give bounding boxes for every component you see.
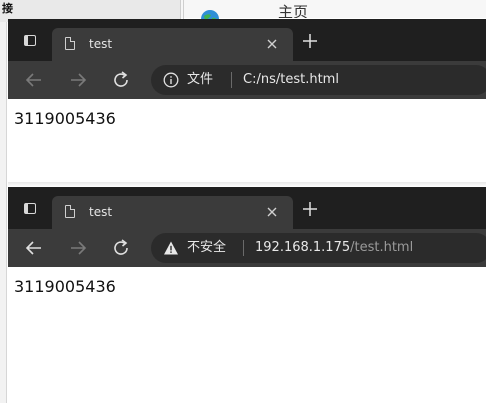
browser-window-2: test 不安全 192.168.1.175/test.html 3119005… [8, 187, 486, 399]
tab-bar: test [8, 187, 486, 229]
forward-arrow-icon[interactable] [66, 68, 90, 92]
url-path: /test.html [350, 240, 414, 255]
warning-icon[interactable] [163, 240, 179, 256]
tab-title: test [89, 37, 113, 51]
back-arrow-icon[interactable] [22, 236, 46, 260]
browser-tab[interactable]: test [52, 196, 293, 229]
toolbar: 文件 C:/ns/test.html [8, 61, 486, 99]
back-arrow-icon[interactable] [22, 68, 46, 92]
page-text: 3119005436 [14, 109, 116, 128]
new-tab-plus-icon[interactable] [301, 32, 319, 50]
page-content: 3119005436 [8, 99, 486, 185]
background-left-edge [0, 22, 7, 403]
screenshot-root: 接 主页 test 文件 C:/ns/test.html 3119005436 … [0, 0, 486, 403]
page-text: 3119005436 [14, 277, 116, 296]
url-text[interactable]: 192.168.1.175/test.html [255, 240, 413, 256]
tab-bar: test [8, 19, 486, 61]
security-label[interactable]: 文件 [187, 72, 213, 88]
page-icon [65, 37, 75, 50]
info-icon[interactable] [163, 72, 179, 88]
page-content: 3119005436 [8, 267, 486, 399]
background-divider [183, 0, 184, 20]
toolbar: 不安全 192.168.1.175/test.html [8, 229, 486, 267]
url-text[interactable]: C:/ns/test.html [243, 72, 339, 88]
forward-arrow-icon[interactable] [66, 236, 90, 260]
close-icon[interactable] [261, 201, 283, 223]
close-icon[interactable] [261, 33, 283, 55]
tab-actions-icon[interactable] [24, 203, 36, 214]
url-main: 192.168.1.175 [255, 240, 351, 255]
new-tab-plus-icon[interactable] [301, 200, 319, 218]
tab-actions-icon[interactable] [24, 35, 36, 46]
security-label[interactable]: 不安全 [187, 240, 226, 256]
address-bar[interactable]: 文件 C:/ns/test.html [151, 65, 486, 95]
address-bar[interactable]: 不安全 192.168.1.175/test.html [151, 233, 486, 263]
browser-tab[interactable]: test [52, 28, 293, 61]
background-left-title: 接 [2, 2, 13, 15]
browser-window-1: test 文件 C:/ns/test.html 3119005436 [8, 19, 486, 185]
tab-title: test [89, 205, 113, 219]
background-right-title: 主页 [278, 4, 309, 18]
url-main: C:/ns/test.html [243, 72, 339, 87]
reload-icon[interactable] [109, 236, 133, 260]
reload-icon[interactable] [109, 68, 133, 92]
address-separator [243, 240, 244, 256]
page-icon [65, 205, 75, 218]
address-separator [231, 72, 232, 88]
